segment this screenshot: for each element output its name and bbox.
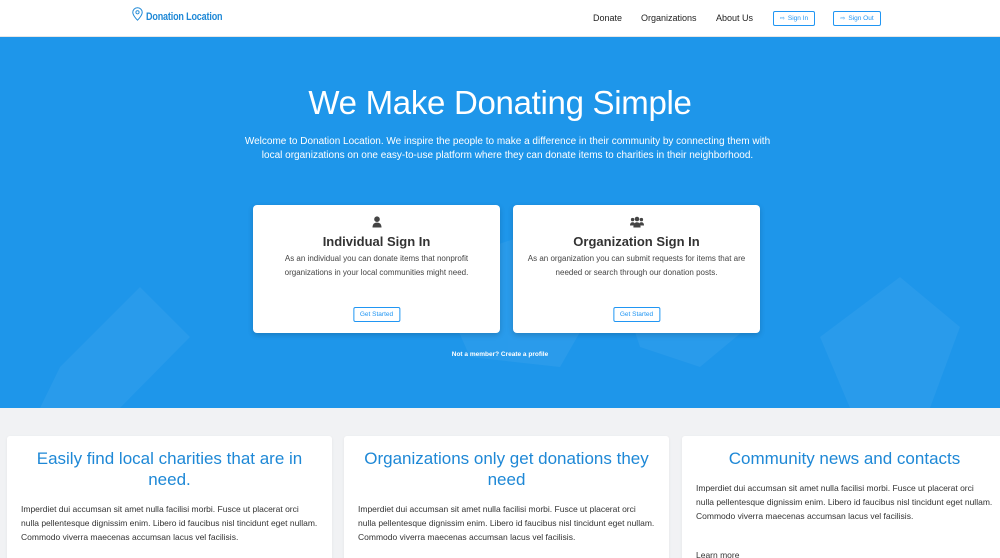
organization-sign-in-card: Organization Sign In As an organization … [513,205,760,333]
hero-intro: Welcome to Donation Location. We inspire… [244,136,771,162]
hero-title: We Make Donating Simple [308,84,692,121]
sign-out-button[interactable]: ⇨ Sign Out [833,11,881,26]
feature-card-donations-needed: Organizations only get donations they ne… [344,436,669,558]
users-icon [513,216,760,228]
brand-name: Donation Location [146,10,223,23]
feature-text: Imperdiet dui accumsan sit amet nulla fa… [358,504,655,542]
sign-in-button[interactable]: ⇨ Sign In [773,11,815,26]
nav-about-us[interactable]: About Us [716,13,753,23]
individual-sign-in-card: Individual Sign In As an individual you … [253,205,500,333]
organization-sign-in-text: As an organization you can submit reques… [527,254,746,277]
individual-get-started-button[interactable]: Get Started [352,307,401,322]
sign-in-icon: ⇨ [779,16,785,22]
organization-sign-in-title: Organization Sign In [573,234,700,249]
feature-title: Organizations only get donations they ne… [364,449,649,489]
create-profile-link[interactable]: Not a member? Create a profile [0,351,1000,358]
feature-title: Easily find local charities that are in … [36,449,303,489]
sign-out-label: Sign Out [848,15,874,22]
brand-logo[interactable]: Donation Location [132,7,239,26]
learn-more-link[interactable]: Learn more [696,550,739,558]
individual-sign-in-text: As an individual you can donate items th… [284,254,469,277]
feature-title: Community news and contacts [728,449,961,468]
feature-text: Imperdiet dui accumsan sit amet nulla fa… [21,504,318,542]
sign-in-label: Sign In [787,15,809,22]
hero-section: We Make Donating Simple Welcome to Donat… [0,37,1000,408]
user-icon [253,216,500,228]
individual-sign-in-title: Individual Sign In [322,234,431,249]
feature-text: Imperdiet dui accumsan sit amet nulla fa… [696,483,993,521]
sign-out-icon: ⇨ [840,16,846,22]
nav-donate[interactable]: Donate [593,13,622,23]
nav-organizations[interactable]: Organizations [641,13,697,23]
map-pin-icon [132,7,143,26]
organization-get-started-button[interactable]: Get Started [612,307,661,322]
top-navbar: Donation Location Donate Organizations A… [0,0,1000,37]
feature-card-find-charities: Easily find local charities that are in … [7,436,332,558]
feature-card-community-news: Community news and contacts Imperdiet du… [682,436,1000,558]
